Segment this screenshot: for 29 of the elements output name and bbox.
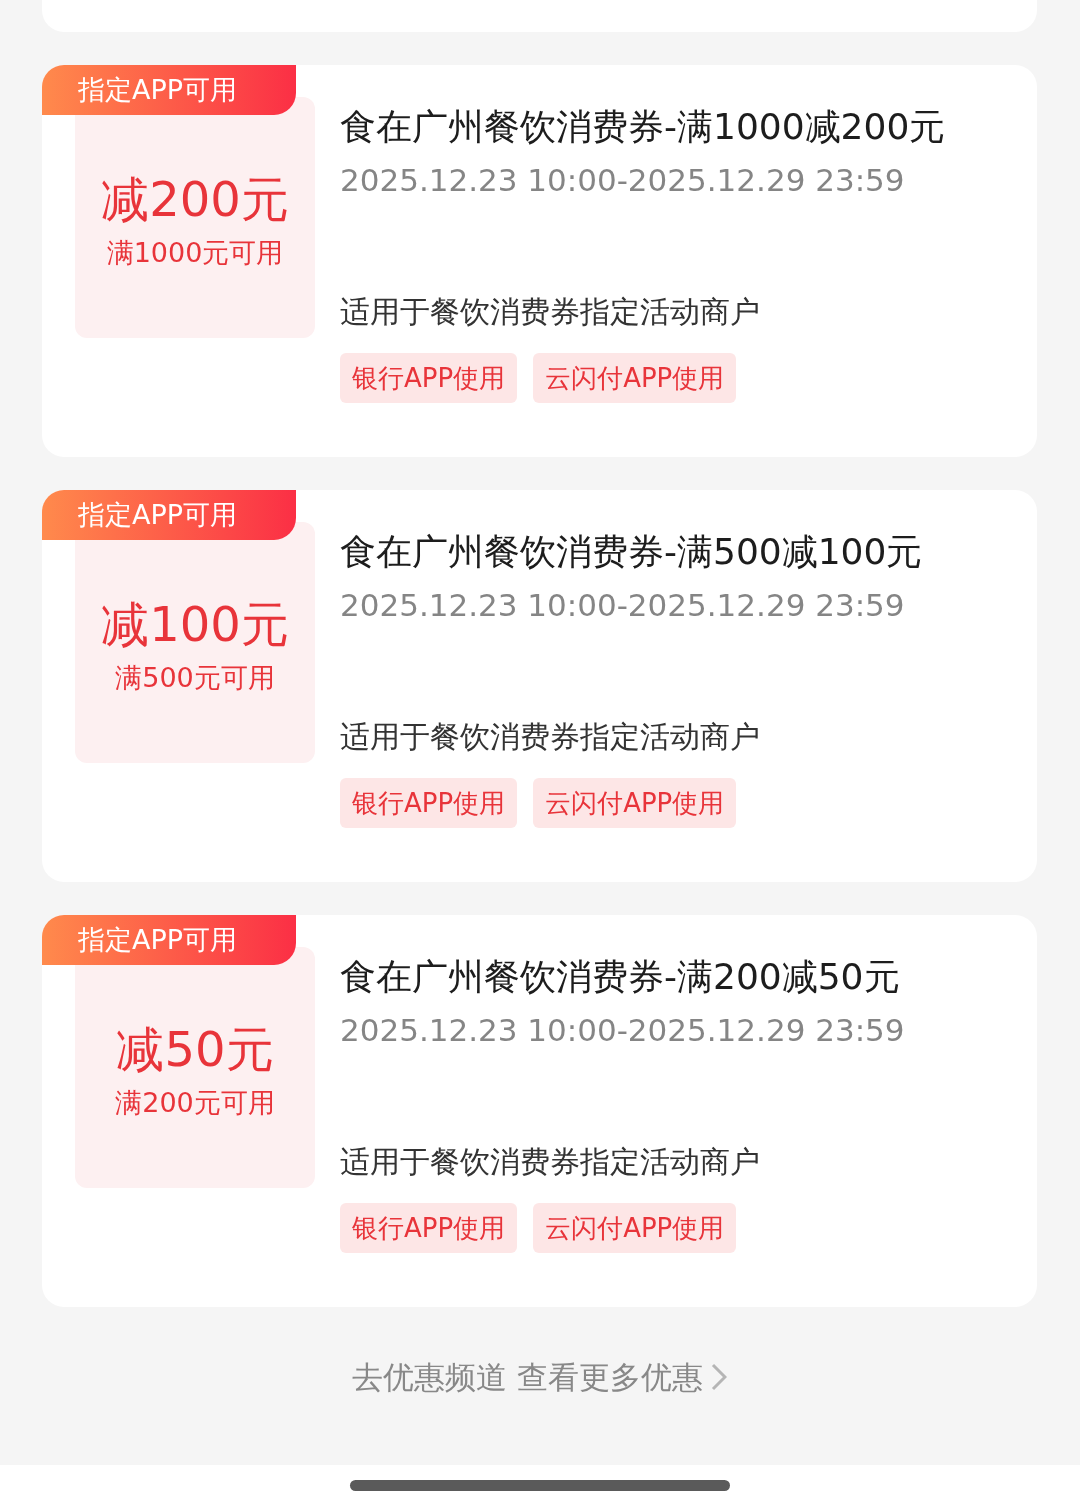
app-badge: 指定APP可用	[42, 915, 296, 965]
app-tag: 云闪付APP使用	[533, 1203, 737, 1253]
coupon-card[interactable]: 减200元 满1000元可用 食在广州餐饮消费券-满1000减200元 2025.12.23 10:00-2025.12.29 23:59 适用于餐饮消费券指定活动商户 银行APP使用 云闪付APP使用 指定APP可用	[42, 65, 1037, 457]
app-tag: 银行APP使用	[340, 1203, 518, 1253]
coupon-title: 食在广州餐饮消费券-满500减100元	[340, 530, 924, 574]
validity-period: 2025.12.23 10:00-2025.12.29 23:59	[340, 161, 906, 200]
usage-scope: 适用于餐饮消费券指定活动商户	[340, 718, 761, 756]
coupon-card[interactable]: 减100元 满500元可用 食在广州餐饮消费券-满500减100元 2025.12.23 10:00-2025.12.29 23:59 适用于餐饮消费券指定活动商户 银行APP使用 云闪付APP使用 指定APP可用	[42, 490, 1037, 882]
home-indicator[interactable]	[350, 1480, 730, 1491]
usage-condition: 满1000元可用	[106, 235, 284, 270]
usage-scope: 适用于餐饮消费券指定活动商户	[340, 1143, 761, 1181]
usage-condition: 满500元可用	[115, 660, 275, 695]
coupon-title: 食在广州餐饮消费券-满200减50元	[340, 955, 901, 999]
chevron-right-icon	[710, 1363, 727, 1391]
usage-scope: 适用于餐饮消费券指定活动商户	[340, 293, 761, 331]
coupon-title: 食在广州餐饮消费券-满1000减200元	[340, 105, 947, 149]
app-tag: 银行APP使用	[340, 778, 518, 828]
app-tag: 银行APP使用	[340, 353, 518, 403]
app-tag: 云闪付APP使用	[533, 778, 737, 828]
app-tag: 云闪付APP使用	[533, 353, 737, 403]
validity-period: 2025.12.23 10:00-2025.12.29 23:59	[340, 1011, 906, 1050]
discount-amount: 减100元	[101, 594, 289, 654]
discount-amount: 减50元	[116, 1019, 274, 1079]
app-badge: 指定APP可用	[42, 65, 296, 115]
usage-condition: 满200元可用	[115, 1085, 275, 1120]
discount-amount: 减200元	[101, 169, 289, 229]
app-badge: 指定APP可用	[42, 490, 296, 540]
validity-period: 2025.12.23 10:00-2025.12.29 23:59	[340, 586, 906, 625]
coupon-card[interactable]: 减50元 满200元可用 食在广州餐饮消费券-满200减50元 2025.12.23 10:00-2025.12.29 23:59 适用于餐饮消费券指定活动商户 银行APP使用 云闪付APP使用 指定APP可用	[42, 915, 1037, 1307]
